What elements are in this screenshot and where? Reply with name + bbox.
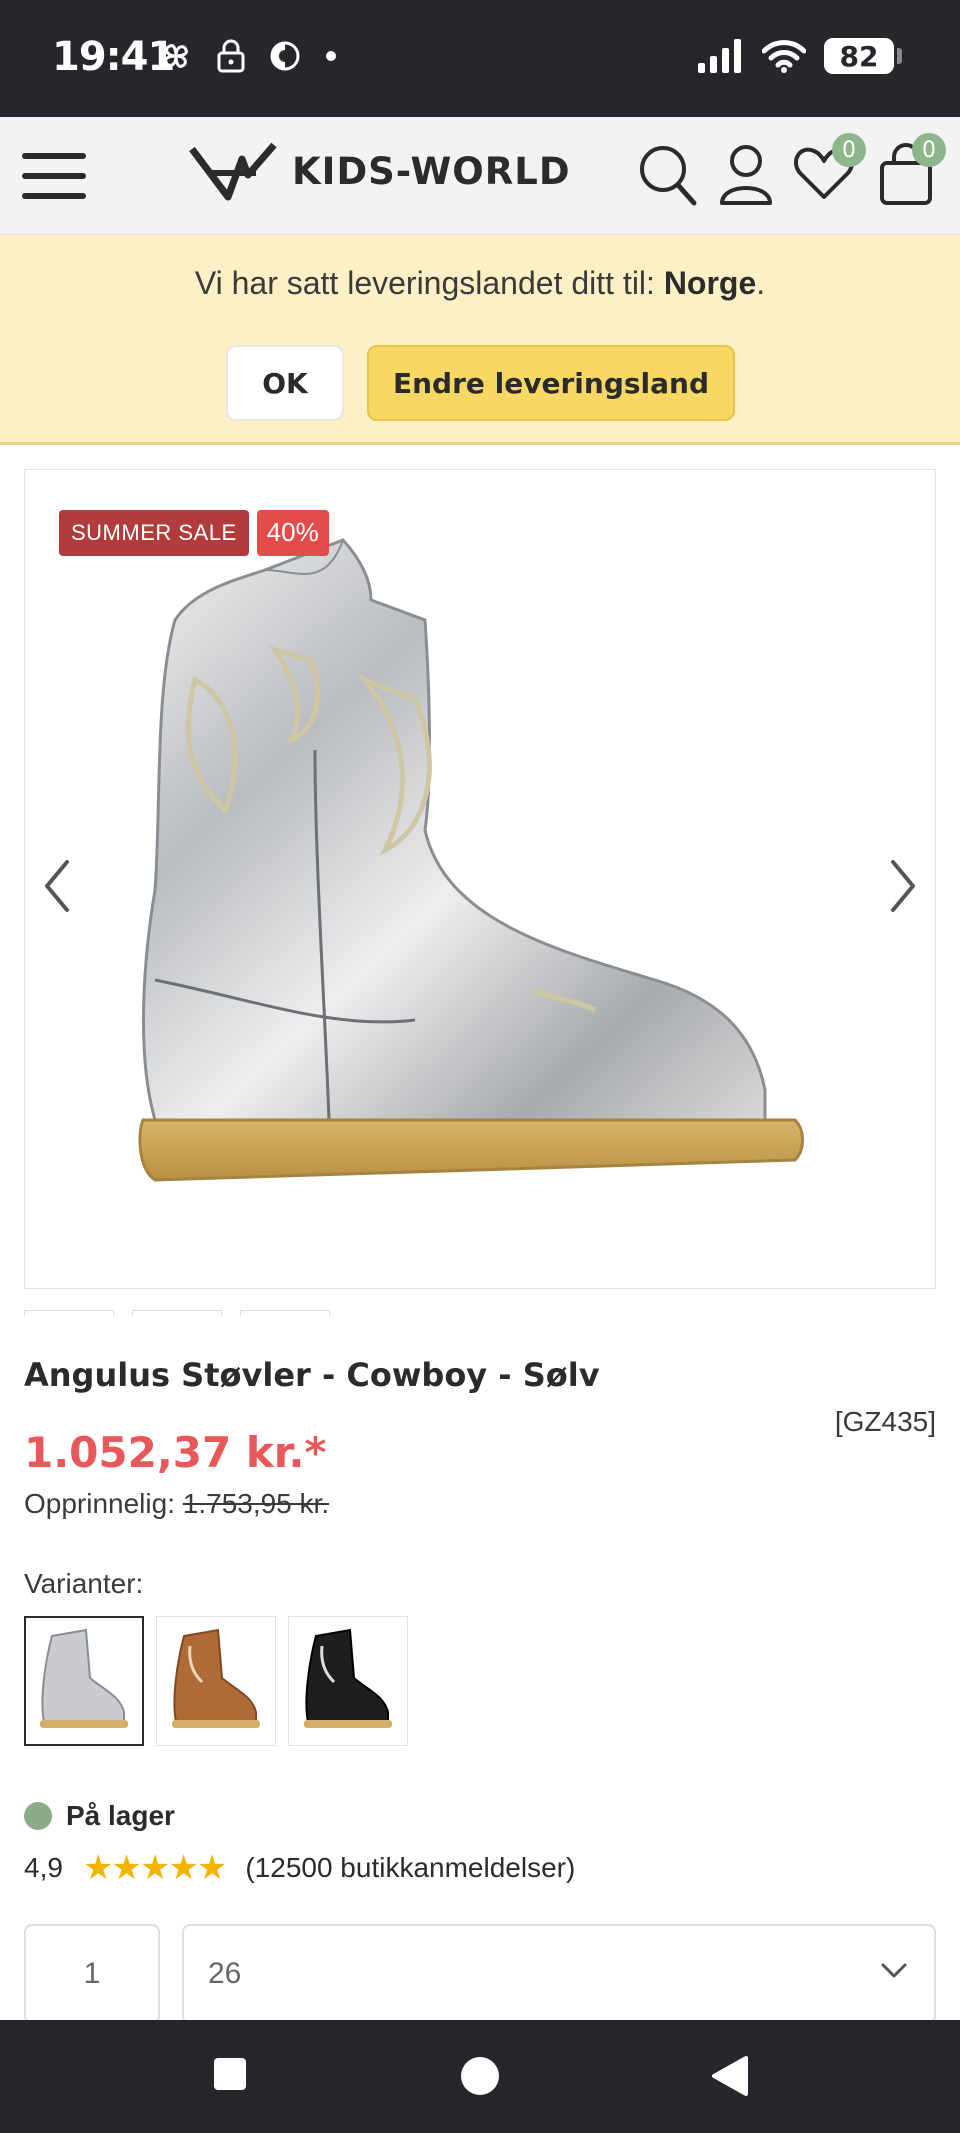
cart-count-badge: 0 [912, 133, 946, 167]
thumbnail[interactable] [24, 1310, 114, 1316]
boot-thumbnail-cognac [172, 1628, 260, 1728]
menu-button[interactable] [22, 147, 86, 205]
signal-icon [698, 39, 741, 73]
wishlist-count-badge: 0 [832, 133, 866, 167]
review-count: (12500 butikkanmeldelser) [245, 1852, 576, 1883]
boot-thumbnail-silver [40, 1628, 128, 1728]
variant-list [24, 1616, 408, 1746]
delivery-message: Vi har satt leveringslandet ditt til: No… [0, 265, 960, 302]
delivery-country: Norge [663, 265, 757, 301]
wishlist-button[interactable]: 0 [792, 133, 866, 209]
ok-button[interactable]: OK [226, 345, 344, 421]
battery-indicator: 82 [824, 38, 902, 74]
product-price: 1.052,37 kr.* [24, 1428, 327, 1477]
variant-cognac[interactable] [156, 1616, 276, 1746]
product-title: Angulus Støvler - Cowboy - Sølv [24, 1356, 600, 1394]
cart-button[interactable]: 0 [876, 133, 946, 209]
carousel-prev-icon[interactable] [39, 856, 75, 916]
change-country-button[interactable]: Endre leveringsland [367, 345, 735, 421]
android-nav-bar [0, 2020, 960, 2133]
delivery-country-banner: Vi har satt leveringslandet ditt til: No… [0, 235, 960, 445]
thumbnail[interactable] [132, 1310, 222, 1316]
wifi-icon [762, 40, 806, 73]
product-sku: [GZ435] [834, 1406, 936, 1437]
site-header: KIDS-WORLD 0 0 [0, 117, 960, 235]
badge-row: SUMMER SALE 40% [59, 510, 329, 556]
chevron-down-icon [881, 1963, 907, 1978]
original-price: Opprinnelig: 1.753,95 kr. [24, 1488, 329, 1520]
thumbnail-strip [24, 1310, 330, 1316]
logo-mark-icon [189, 142, 277, 201]
product-image [138, 538, 804, 1182]
boot-thumbnail-black [304, 1628, 392, 1728]
rating-value: 4,9 [24, 1852, 63, 1883]
sale-badge: SUMMER SALE [59, 510, 249, 556]
delivery-message-text: Vi har satt leveringslandet ditt til: [194, 265, 664, 301]
menu-icon-bar [22, 173, 86, 179]
home-button-icon[interactable] [458, 2054, 502, 2098]
status-icons-left [158, 38, 338, 74]
site-logo[interactable]: KIDS-WORLD [188, 139, 571, 203]
carousel-next-icon[interactable] [885, 856, 921, 916]
account-icon[interactable] [716, 139, 776, 209]
store-rating[interactable]: 4,9 ★★★★★ (12500 butikkanmeldelser) [24, 1848, 575, 1888]
pinwheel-icon [164, 44, 188, 68]
recents-button-icon[interactable] [212, 2054, 248, 2094]
status-bar: 19:41 82 [0, 0, 960, 117]
variant-black[interactable] [288, 1616, 408, 1746]
variant-silver[interactable] [24, 1616, 144, 1746]
lock-icon [217, 39, 245, 73]
thumbnail[interactable] [240, 1310, 330, 1316]
original-price-value: 1.753,95 kr. [182, 1488, 330, 1519]
original-price-label: Opprinnelig: [24, 1488, 183, 1519]
notification-dot-icon [326, 51, 336, 61]
discount-badge: 40% [256, 510, 329, 556]
size-select[interactable]: 26 [182, 1924, 936, 2024]
menu-icon-bar [22, 153, 86, 159]
search-icon[interactable] [636, 139, 700, 209]
product-image-carousel[interactable]: SUMMER SALE 40% [24, 469, 936, 1289]
delivery-message-suffix: . [756, 265, 766, 301]
status-time: 19:41 [52, 34, 175, 80]
logo-text: KIDS-WORLD [292, 149, 571, 193]
stock-status: På lager [24, 1800, 175, 1832]
in-stock-dot-icon [24, 1802, 52, 1830]
menu-icon-bar [22, 193, 86, 199]
status-icons-right: 82 [698, 38, 902, 74]
star-rating-icon: ★★★★★ [82, 1849, 227, 1887]
size-value: 26 [208, 1957, 242, 1990]
back-button-icon[interactable] [710, 2054, 750, 2098]
stock-text: På lager [66, 1800, 175, 1831]
quantity-input[interactable]: 1 [24, 1924, 160, 2024]
variants-label: Varianter: [24, 1568, 144, 1599]
data-saver-icon [270, 41, 300, 71]
